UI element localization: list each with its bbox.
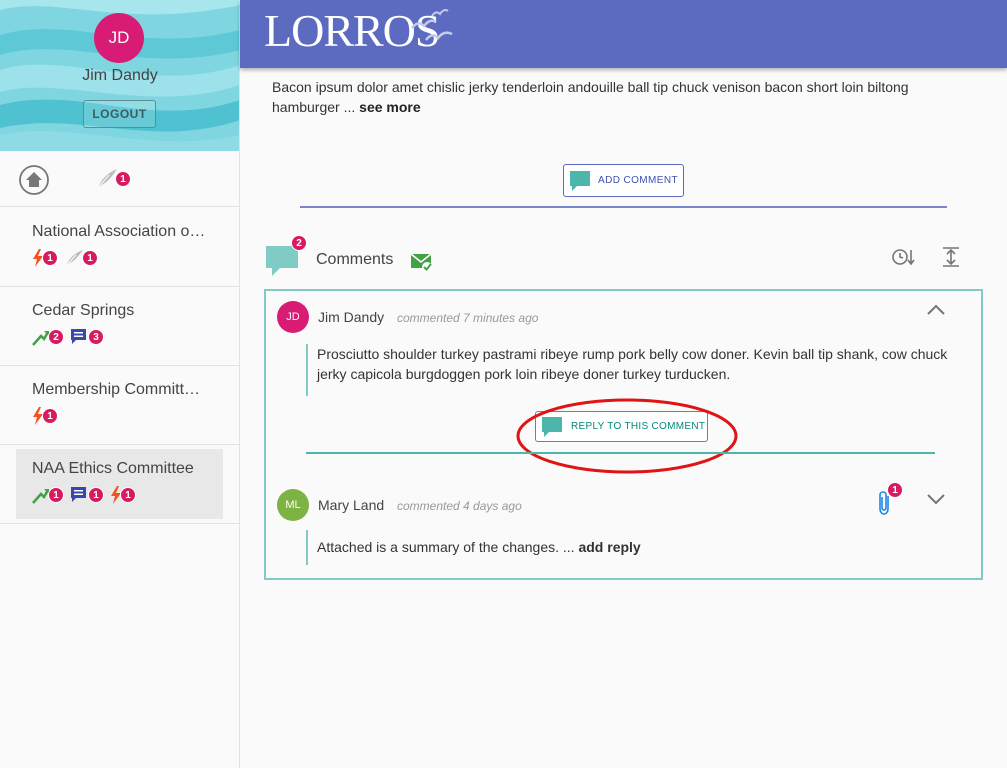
app-header: LORROS xyxy=(240,0,1007,68)
count-badge: 1 xyxy=(42,408,58,424)
logout-button[interactable]: LOGOUT xyxy=(83,100,156,128)
mail-check-icon[interactable] xyxy=(410,251,434,273)
action-icon-group: 1 xyxy=(32,486,64,504)
add-comment-label: ADD COMMENT xyxy=(598,175,678,186)
comment-author: Mary Land xyxy=(318,497,385,513)
alert-icon-group: 1 xyxy=(110,486,136,504)
feather-count-badge: 1 xyxy=(115,171,131,187)
chevron-down-icon[interactable] xyxy=(926,492,946,506)
discussion-icon-group: 3 xyxy=(70,328,104,346)
user-name: Jim Dandy xyxy=(82,67,158,84)
count-badge: 1 xyxy=(120,487,136,503)
discussion-icon xyxy=(71,329,86,344)
comments-title: Comments xyxy=(316,251,394,268)
comment-body: Prosciutto shoulder turkey pastrami ribe… xyxy=(306,344,966,396)
comment-body: Attached is a summary of the changes. ..… xyxy=(306,530,706,565)
highlight-annotation xyxy=(516,398,738,474)
count-badge: 1 xyxy=(82,250,98,266)
add-comment-button[interactable]: ADD COMMENT xyxy=(563,164,684,197)
chevron-up-icon[interactable] xyxy=(926,302,946,316)
comment-icon xyxy=(570,170,590,191)
sidebar-item-membership-committee[interactable]: Membership Committ… 1 xyxy=(0,366,239,445)
feather-icon xyxy=(65,250,83,267)
sidebar-item-national-association[interactable]: National Association o… 1 1 xyxy=(0,208,239,287)
add-reply-link[interactable]: add reply xyxy=(578,539,640,555)
divider xyxy=(300,206,947,208)
sidebar-item-label: Cedar Springs xyxy=(32,302,135,319)
sidebar-item-label: NAA Ethics Committee xyxy=(32,460,194,477)
commenter-avatar: JD xyxy=(277,301,309,333)
alert-icon-group: 1 xyxy=(32,407,58,425)
count-badge: 1 xyxy=(48,487,64,503)
topic-description: Bacon ipsum dolor amet chislic jerky ten… xyxy=(272,77,962,117)
comment-text: Attached is a summary of the changes. ..… xyxy=(317,539,575,555)
user-avatar[interactable]: JD xyxy=(94,13,144,63)
see-more-link[interactable]: see more xyxy=(359,99,420,115)
commenter-avatar: ML xyxy=(277,489,309,521)
sort-history-icon[interactable] xyxy=(892,247,916,267)
sidebar-item-label: National Association o… xyxy=(32,223,206,240)
sidebar-item-naa-ethics-committee[interactable]: NAA Ethics Committee 1 1 1 xyxy=(0,445,239,524)
count-badge: 2 xyxy=(48,329,64,345)
sidebar-item-cedar-springs[interactable]: Cedar Springs 2 3 xyxy=(0,287,239,366)
sidebar: JD Jim Dandy LOGOUT National Association… xyxy=(0,0,240,768)
comments-count-badge: 2 xyxy=(291,235,307,251)
feather-icon-group: 1 xyxy=(64,249,98,267)
count-badge: 1 xyxy=(42,250,58,266)
sidebar-item-label: Membership Committ… xyxy=(32,381,201,398)
action-icon-group: 2 xyxy=(32,328,64,346)
divider xyxy=(306,452,935,454)
comment-author: Jim Dandy xyxy=(318,309,385,325)
count-badge: 1 xyxy=(88,487,104,503)
home-icon[interactable] xyxy=(19,165,49,195)
alert-icon-group: 1 xyxy=(32,249,58,267)
birds-logo-icon xyxy=(411,9,453,41)
count-badge: 3 xyxy=(88,329,104,345)
comment-timestamp: commented 4 days ago xyxy=(397,499,522,513)
comment-timestamp: commented 7 minutes ago xyxy=(397,311,539,325)
discussion-icon xyxy=(71,487,86,502)
expand-all-icon[interactable] xyxy=(942,246,960,268)
profile-panel: JD Jim Dandy LOGOUT xyxy=(0,0,239,151)
attachment-count-badge: 1 xyxy=(887,482,903,498)
discussion-icon-group: 1 xyxy=(70,486,104,504)
